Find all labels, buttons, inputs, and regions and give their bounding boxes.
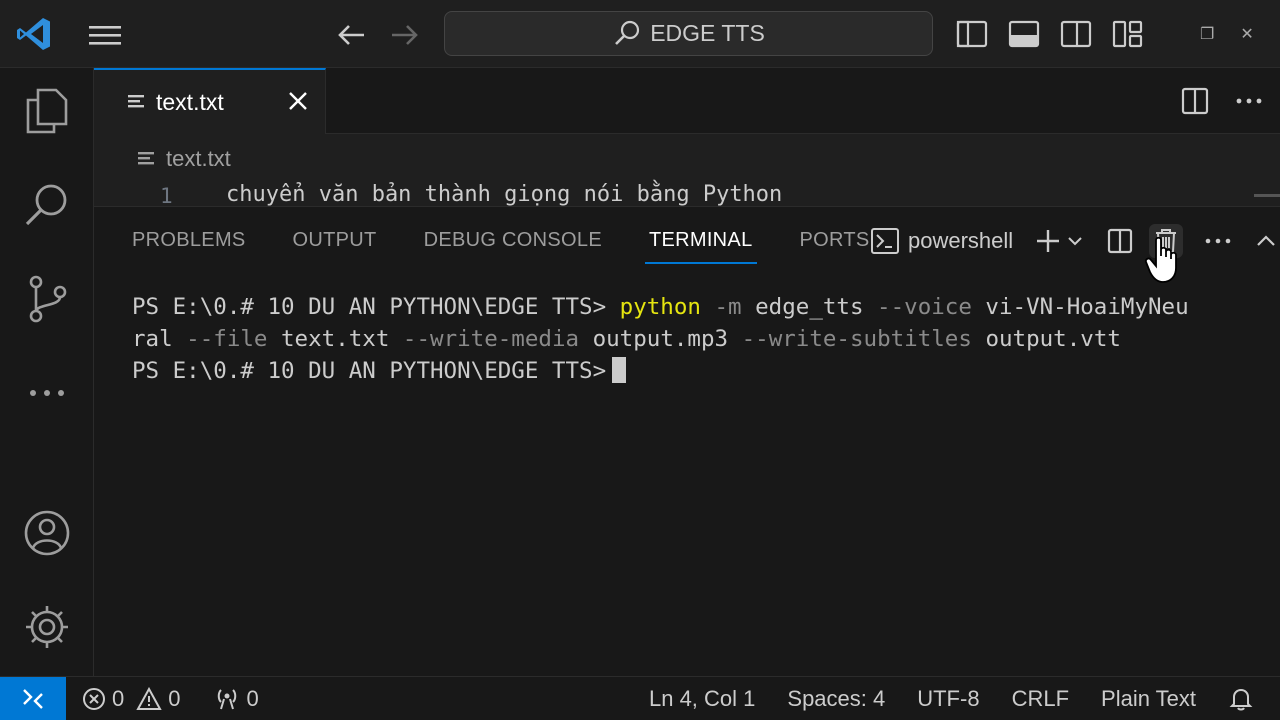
source-control-icon[interactable]	[20, 272, 74, 326]
tab-terminal[interactable]: TERMINAL	[644, 229, 757, 264]
breadcrumb-file: text.txt	[166, 146, 231, 171]
tab-output[interactable]: OUTPUT	[293, 229, 377, 264]
terminal-output[interactable]: PS E:\0.# 10 DU AN PYTHON\EDGE TTS> pyth…	[132, 291, 1242, 387]
tab-ports[interactable]: PORTS	[800, 229, 870, 264]
restore-window-icon[interactable]: ❐	[1200, 24, 1214, 44]
search-text: EDGE TTS	[650, 20, 765, 46]
terminal-dropdown-button[interactable]	[1065, 224, 1085, 258]
settings-gear-icon[interactable]	[20, 600, 74, 654]
toggle-panel-icon[interactable]	[1006, 18, 1042, 50]
window-controls: ❐ ✕	[1200, 16, 1254, 52]
language-mode[interactable]: Plain Text	[1101, 686, 1196, 712]
split-editor-icon[interactable]	[1180, 86, 1210, 116]
back-arrow-icon[interactable]	[334, 18, 370, 52]
close-window-icon[interactable]: ✕	[1240, 24, 1253, 44]
terminal-arg: ral	[132, 326, 173, 352]
close-icon[interactable]	[287, 90, 309, 112]
panel-more-actions-button[interactable]	[1201, 224, 1235, 258]
vscode-logo-icon	[14, 14, 54, 54]
activity-bar	[0, 68, 94, 676]
terminal-prompt: PS E:\0.# 10 DU AN PYTHON\EDGE TTS>	[132, 358, 607, 384]
terminal-arg: vi-VN-HoaiMyNeu	[971, 294, 1189, 320]
title-bar: EDGE TTS ❐ ✕	[0, 0, 1280, 68]
terminal-arg: edge_tts	[741, 294, 864, 320]
status-bar: 0 0 0 Ln 4, Col 1 Spaces: 4 UTF-8 CRLF P…	[0, 676, 1280, 720]
file-lines-icon	[138, 152, 154, 165]
terminal-icon	[871, 228, 899, 254]
chevron-down-icon	[1068, 237, 1082, 246]
error-icon	[83, 687, 105, 710]
warning-count: 0	[168, 685, 181, 711]
editor-line[interactable]: chuyển văn bản thành giọng nói bằng Pyth…	[226, 182, 782, 206]
hand-cursor-icon	[1144, 236, 1177, 283]
notifications-bell-icon[interactable]	[1228, 686, 1254, 712]
more-actions-icon	[1205, 238, 1231, 244]
editor-area[interactable]: text.txt 1 chuyển văn bản thành giọng nó…	[94, 134, 1280, 206]
broadcast-icon	[217, 688, 236, 709]
chevron-up-icon	[1257, 235, 1275, 246]
plus-icon	[1037, 230, 1060, 252]
terminal-prompt: PS E:\0.# 10 DU AN PYTHON\EDGE TTS>	[132, 294, 620, 320]
minimap-slider[interactable]	[1254, 194, 1280, 197]
line-number: 1	[160, 184, 173, 206]
editor-tabs-bar: text.txt	[94, 68, 1280, 134]
split-terminal-button[interactable]	[1103, 224, 1137, 258]
problems-status[interactable]: 0 0	[82, 686, 181, 712]
panel-actions: powershell	[870, 223, 1280, 259]
terminal-flag: --file	[172, 326, 268, 352]
terminal-flag: --write-media	[389, 326, 580, 352]
warning-icon	[136, 686, 162, 710]
line-endings[interactable]: CRLF	[1012, 686, 1069, 712]
cursor-position[interactable]: Ln 4, Col 1	[649, 686, 755, 712]
tab-text-txt[interactable]: text.txt	[94, 68, 326, 134]
tab-label: text.txt	[156, 88, 224, 115]
file-lines-icon	[128, 95, 144, 108]
more-actions-icon[interactable]	[1234, 86, 1264, 116]
new-terminal-button[interactable]	[1031, 224, 1065, 258]
menu-icon[interactable]	[86, 18, 124, 52]
ports-status[interactable]: 0	[213, 686, 259, 712]
customize-layout-icon[interactable]	[1110, 18, 1146, 50]
search-icon[interactable]	[20, 178, 74, 232]
error-count: 0	[112, 685, 125, 711]
status-right: Ln 4, Col 1 Spaces: 4 UTF-8 CRLF Plain T…	[649, 677, 1254, 720]
terminal-shell-selector[interactable]: powershell	[870, 227, 1013, 255]
remote-indicator[interactable]	[0, 676, 66, 720]
split-terminal-icon	[1108, 228, 1133, 254]
command-center-search[interactable]: EDGE TTS	[444, 11, 933, 56]
toggle-primary-sidebar-icon[interactable]	[954, 18, 990, 50]
editor-actions	[1180, 86, 1264, 116]
remote-icon	[23, 688, 43, 709]
indentation[interactable]: Spaces: 4	[787, 686, 885, 712]
bottom-panel: PROBLEMS OUTPUT DEBUG CONSOLE TERMINAL P…	[94, 206, 1280, 676]
breadcrumb[interactable]: text.txt	[136, 146, 231, 172]
terminal-flag: --write-subtitles	[728, 326, 972, 352]
terminal-cursor	[612, 357, 627, 383]
layout-controls	[954, 16, 1146, 52]
search-icon	[615, 20, 640, 45]
terminal-flag: --voice	[863, 294, 972, 320]
terminal-arg: output.vtt	[971, 326, 1121, 352]
explorer-icon[interactable]	[20, 84, 74, 138]
terminal-command: python	[619, 294, 701, 320]
tab-debug-console[interactable]: DEBUG CONSOLE	[424, 229, 602, 264]
more-views-icon[interactable]	[20, 366, 74, 420]
terminal-flag: -m	[700, 294, 742, 320]
panel-tabs: PROBLEMS OUTPUT DEBUG CONSOLE TERMINAL P…	[132, 229, 870, 264]
accounts-icon[interactable]	[20, 506, 74, 560]
terminal-arg: text.txt	[267, 326, 390, 352]
maximize-panel-button[interactable]	[1249, 224, 1280, 258]
toggle-secondary-sidebar-icon[interactable]	[1058, 18, 1094, 50]
encoding[interactable]: UTF-8	[917, 686, 979, 712]
tab-problems[interactable]: PROBLEMS	[132, 229, 246, 264]
shell-name: powershell	[908, 228, 1014, 253]
forward-arrow-icon[interactable]	[386, 18, 422, 52]
ports-count: 0	[246, 685, 259, 711]
terminal-arg: output.mp3	[579, 326, 729, 352]
